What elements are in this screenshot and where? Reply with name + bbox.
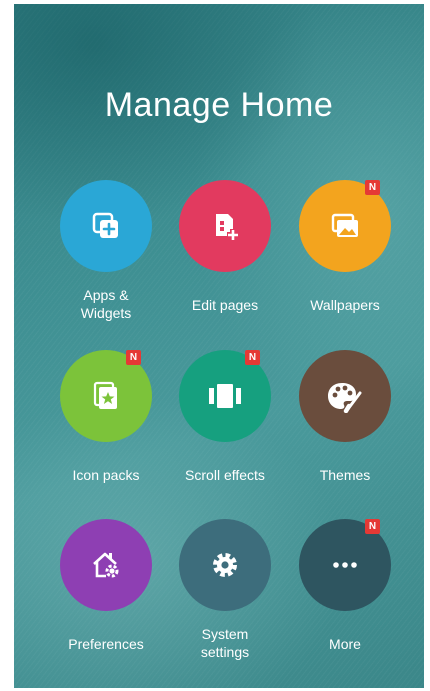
new-badge: N: [245, 350, 260, 365]
apps-widgets-button[interactable]: Apps & Widgets: [46, 180, 166, 330]
edit-pages-button[interactable]: Edit pages: [165, 180, 285, 330]
apps-widgets-circle[interactable]: [60, 180, 152, 272]
apps-widgets-label: Apps & Widgets: [80, 287, 132, 321]
system-settings-label: System settings: [200, 626, 250, 660]
edit-pages-icon: [208, 209, 242, 243]
new-badge: N: [365, 519, 380, 534]
wallpaper-icon: [328, 209, 362, 243]
icon-packs-icon: [89, 379, 123, 413]
preferences-label: Preferences: [68, 636, 144, 652]
edit-pages-label: Edit pages: [191, 297, 259, 313]
manage-home-screen: Manage Home Apps & Widgets Edit pages N …: [14, 4, 424, 688]
icon-packs-button[interactable]: N Icon packs: [46, 350, 166, 500]
apps-widgets-icon: [89, 209, 123, 243]
themes-circle[interactable]: [299, 350, 391, 442]
gear-icon: [208, 548, 242, 582]
more-dots-icon: [328, 560, 362, 570]
more-button[interactable]: N More: [285, 519, 405, 669]
system-settings-button[interactable]: System settings: [165, 519, 285, 669]
more-label: More: [329, 636, 361, 652]
page-title: Manage Home: [104, 86, 334, 124]
new-badge: N: [365, 180, 380, 195]
scroll-effects-icon: [206, 379, 244, 413]
system-settings-circle[interactable]: [179, 519, 271, 611]
edit-pages-circle[interactable]: [179, 180, 271, 272]
scroll-effects-button[interactable]: N Scroll effects: [165, 350, 285, 500]
scroll-effects-label: Scroll effects: [185, 467, 265, 483]
home-settings-icon: [89, 548, 123, 582]
preferences-button[interactable]: Preferences: [46, 519, 166, 669]
wallpapers-label: Wallpapers: [310, 297, 380, 313]
palette-icon: [326, 379, 364, 413]
preferences-circle[interactable]: [60, 519, 152, 611]
themes-button[interactable]: Themes: [285, 350, 405, 500]
icon-packs-label: Icon packs: [72, 467, 140, 483]
new-badge: N: [126, 350, 141, 365]
themes-label: Themes: [319, 467, 371, 483]
wallpapers-button[interactable]: N Wallpapers: [285, 180, 405, 330]
